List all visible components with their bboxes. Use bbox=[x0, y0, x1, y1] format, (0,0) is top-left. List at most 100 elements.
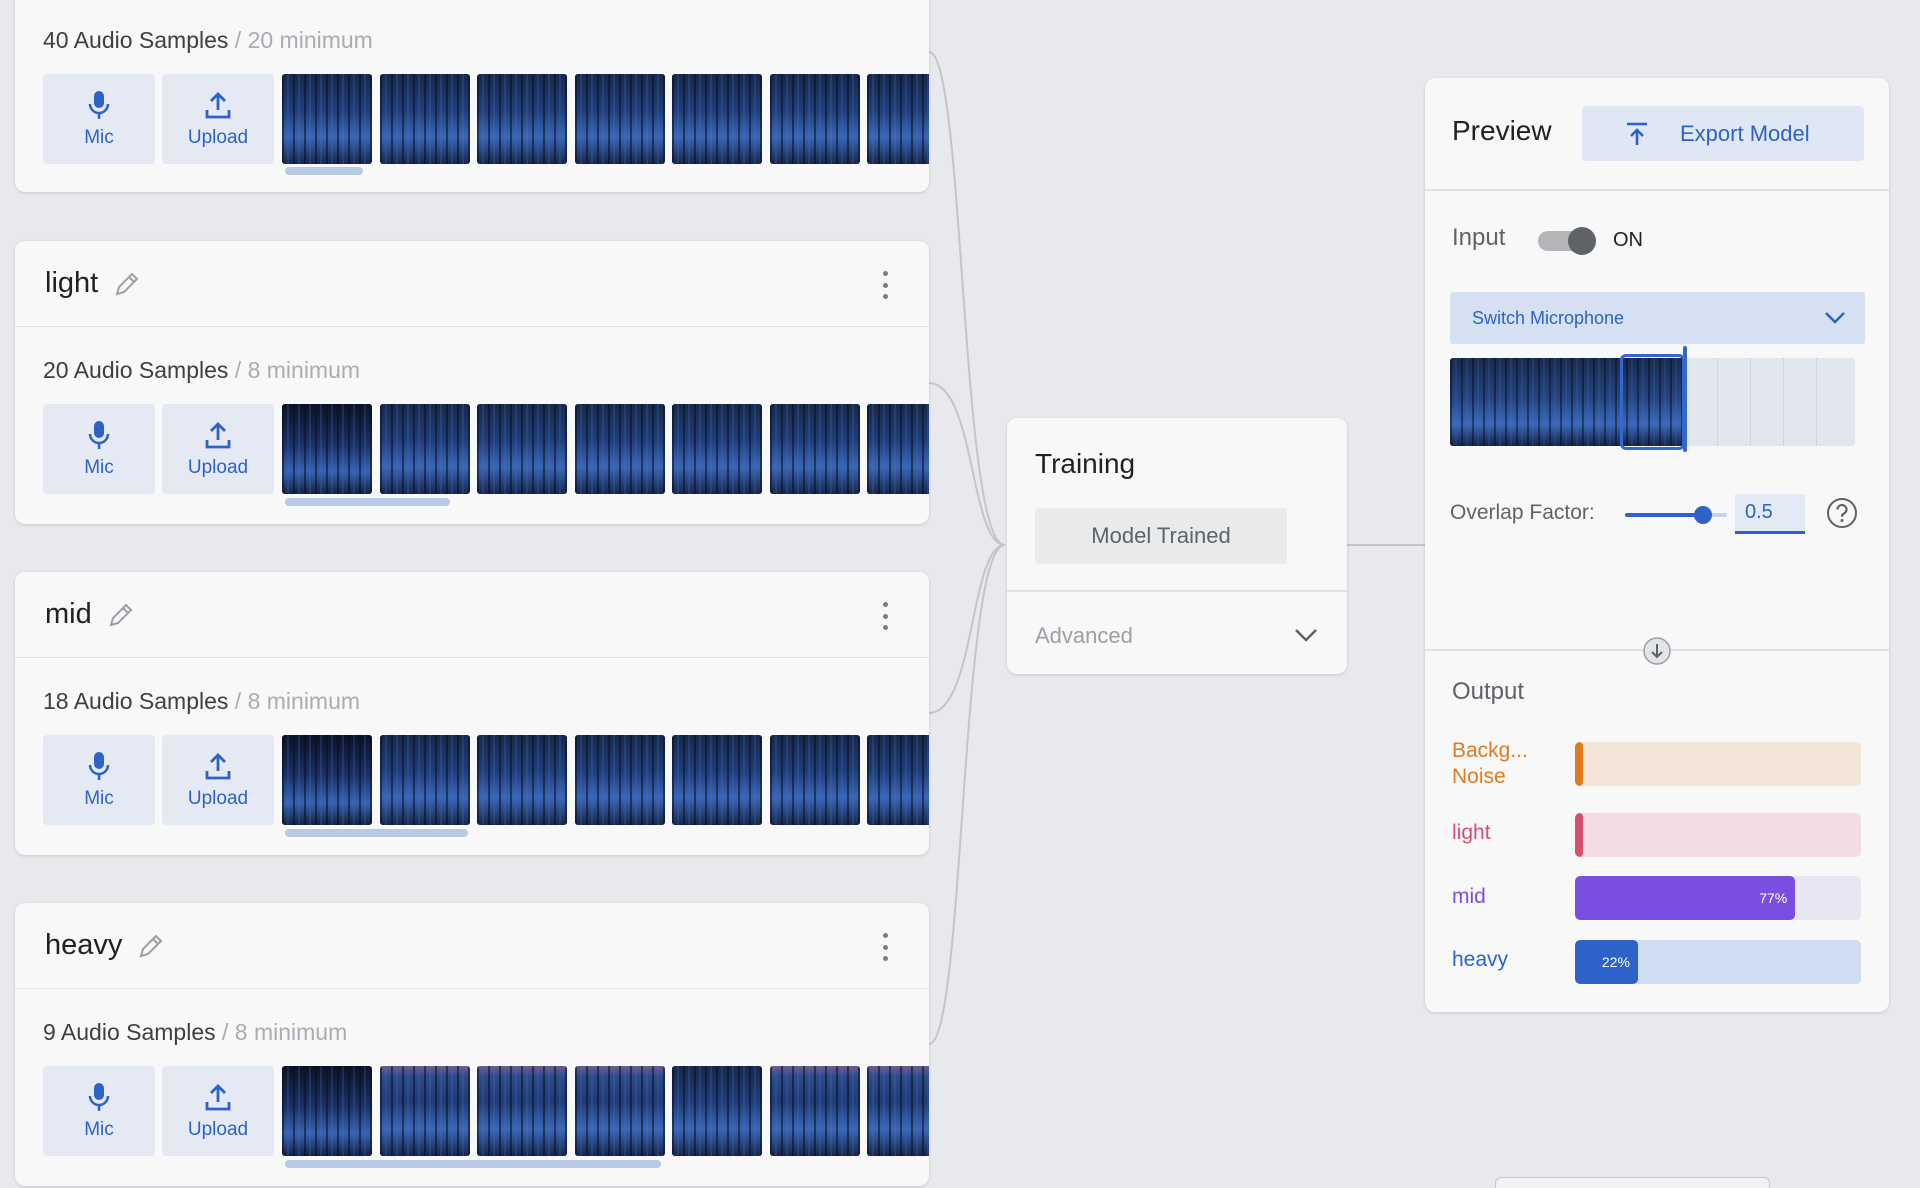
pencil-icon[interactable] bbox=[112, 269, 142, 299]
sample-thumbnail[interactable] bbox=[282, 74, 372, 164]
output-label-light: light bbox=[1452, 821, 1491, 844]
sample-thumbnail[interactable] bbox=[574, 74, 665, 164]
overlap-factor-slider[interactable] bbox=[1625, 504, 1727, 526]
kebab-icon[interactable] bbox=[881, 602, 889, 630]
sample-row: Mic Upload bbox=[43, 74, 929, 164]
export-icon bbox=[1624, 121, 1650, 147]
export-model-label: Export Model bbox=[1680, 120, 1810, 146]
microphone-icon bbox=[88, 751, 110, 780]
sample-thumbnail[interactable] bbox=[867, 1066, 929, 1156]
preview-title: Preview bbox=[1452, 115, 1552, 146]
slider-thumb[interactable] bbox=[1694, 506, 1712, 524]
sample-count: 9 Audio Samples / 8 minimum bbox=[43, 1019, 347, 1046]
sample-count-text: 18 Audio Samples bbox=[43, 688, 229, 714]
class-card-background-noise: 40 Audio Samples / 20 minimum Mic Upload bbox=[15, 0, 929, 192]
class-header: light bbox=[15, 241, 929, 327]
sample-row: Mic Upload bbox=[43, 1066, 929, 1156]
sample-thumbnail[interactable] bbox=[477, 1066, 567, 1156]
confidence-bar: 22% bbox=[1575, 940, 1861, 984]
sample-thumbnail[interactable] bbox=[574, 404, 665, 494]
export-model-button[interactable]: Export Model bbox=[1582, 106, 1864, 161]
minimum-text: / 8 minimum bbox=[215, 1019, 348, 1045]
upload-button[interactable]: Upload bbox=[162, 404, 274, 494]
sample-thumbnail[interactable] bbox=[769, 404, 860, 494]
upload-label: Upload bbox=[187, 126, 249, 148]
mic-button[interactable]: Mic bbox=[43, 735, 155, 825]
sample-count-text: 9 Audio Samples bbox=[43, 1019, 216, 1045]
bottom-popup-edge[interactable] bbox=[1495, 1177, 1770, 1188]
sample-thumbnail[interactable] bbox=[282, 735, 372, 825]
confidence-bar: 77% bbox=[1575, 876, 1861, 920]
help-icon[interactable] bbox=[1825, 496, 1859, 530]
chevron-down-icon[interactable] bbox=[1291, 620, 1321, 650]
sample-thumbnail[interactable] bbox=[867, 735, 929, 825]
sample-thumbnail[interactable] bbox=[867, 404, 929, 494]
sample-thumbnail[interactable] bbox=[477, 404, 567, 494]
class-card-mid: mid 18 Audio Samples / 8 minimum Mic Upl… bbox=[15, 572, 929, 855]
advanced-toggle[interactable]: Advanced bbox=[1035, 623, 1133, 649]
sample-thumbnail[interactable] bbox=[672, 735, 762, 825]
sample-thumbnail[interactable] bbox=[574, 1066, 665, 1156]
minimum-text: / 8 minimum bbox=[228, 357, 361, 383]
output-title: Output bbox=[1452, 678, 1525, 705]
kebab-icon[interactable] bbox=[881, 933, 889, 961]
sample-thumbnail[interactable] bbox=[769, 735, 860, 825]
sample-thumbnail[interactable] bbox=[379, 404, 470, 494]
microphone-select[interactable]: Switch Microphone bbox=[1450, 292, 1865, 344]
sample-thumbnail[interactable] bbox=[477, 74, 567, 164]
confidence-fill bbox=[1575, 742, 1583, 786]
pencil-icon[interactable] bbox=[136, 931, 166, 961]
class-header: mid bbox=[15, 572, 929, 658]
spectrogram-pending bbox=[1685, 358, 1855, 446]
mic-button[interactable]: Mic bbox=[43, 404, 155, 494]
sample-thumbnail[interactable] bbox=[477, 735, 567, 825]
sample-scrollbar[interactable] bbox=[285, 1160, 661, 1168]
sample-thumbnail[interactable] bbox=[379, 74, 470, 164]
microphone-icon bbox=[88, 90, 110, 119]
sample-thumbnails bbox=[282, 1066, 929, 1156]
live-spectrogram bbox=[1450, 346, 1855, 452]
sample-count: 20 Audio Samples / 8 minimum bbox=[43, 357, 360, 384]
sample-scrollbar[interactable] bbox=[285, 167, 363, 175]
minimum-text: / 8 minimum bbox=[228, 688, 361, 714]
upload-button[interactable]: Upload bbox=[162, 1066, 274, 1156]
upload-icon bbox=[205, 752, 231, 779]
input-toggle[interactable] bbox=[1538, 227, 1596, 255]
kebab-icon[interactable] bbox=[881, 271, 889, 299]
class-header: heavy bbox=[15, 903, 929, 989]
mic-button[interactable]: Mic bbox=[43, 1066, 155, 1156]
pencil-icon[interactable] bbox=[106, 600, 136, 630]
overlap-factor-input[interactable] bbox=[1735, 494, 1805, 534]
upload-icon bbox=[205, 91, 231, 118]
training-title: Training bbox=[1035, 448, 1136, 479]
input-label: Input bbox=[1452, 224, 1506, 251]
microphone-select-value: Switch Microphone bbox=[1472, 307, 1625, 328]
sample-thumbnail[interactable] bbox=[672, 74, 762, 164]
sample-thumbnail[interactable] bbox=[769, 74, 860, 164]
sample-thumbnail[interactable] bbox=[282, 404, 372, 494]
sample-thumbnail[interactable] bbox=[379, 735, 470, 825]
sample-thumbnail[interactable] bbox=[282, 1066, 372, 1156]
upload-button[interactable]: Upload bbox=[162, 74, 274, 164]
teachable-machine-audio-workspace: 40 Audio Samples / 20 minimum Mic Upload bbox=[0, 0, 1920, 1188]
sample-scrollbar[interactable] bbox=[285, 829, 468, 837]
output-label-heavy: heavy bbox=[1452, 948, 1509, 971]
class-name: light bbox=[45, 267, 99, 299]
toggle-knob bbox=[1568, 227, 1596, 255]
minimum-text: / 20 minimum bbox=[228, 27, 373, 53]
sample-thumbnail[interactable] bbox=[867, 74, 929, 164]
sample-thumbnail[interactable] bbox=[769, 1066, 860, 1156]
sample-thumbnail[interactable] bbox=[574, 735, 665, 825]
upload-button[interactable]: Upload bbox=[162, 735, 274, 825]
sample-thumbnail[interactable] bbox=[379, 1066, 470, 1156]
mic-button[interactable]: Mic bbox=[43, 74, 155, 164]
train-model-button[interactable]: Model Trained bbox=[1035, 508, 1287, 564]
sample-thumbnail[interactable] bbox=[672, 404, 762, 494]
class-name: mid bbox=[45, 598, 92, 630]
mic-label: Mic bbox=[84, 1118, 114, 1140]
chevron-down-icon bbox=[1825, 312, 1845, 324]
preview-card: Preview Export Model Input ON Switch Mic… bbox=[1425, 78, 1889, 1012]
sample-thumbnail[interactable] bbox=[672, 1066, 762, 1156]
sample-scrollbar[interactable] bbox=[285, 498, 450, 506]
overlap-factor-label: Overlap Factor: bbox=[1450, 501, 1595, 524]
